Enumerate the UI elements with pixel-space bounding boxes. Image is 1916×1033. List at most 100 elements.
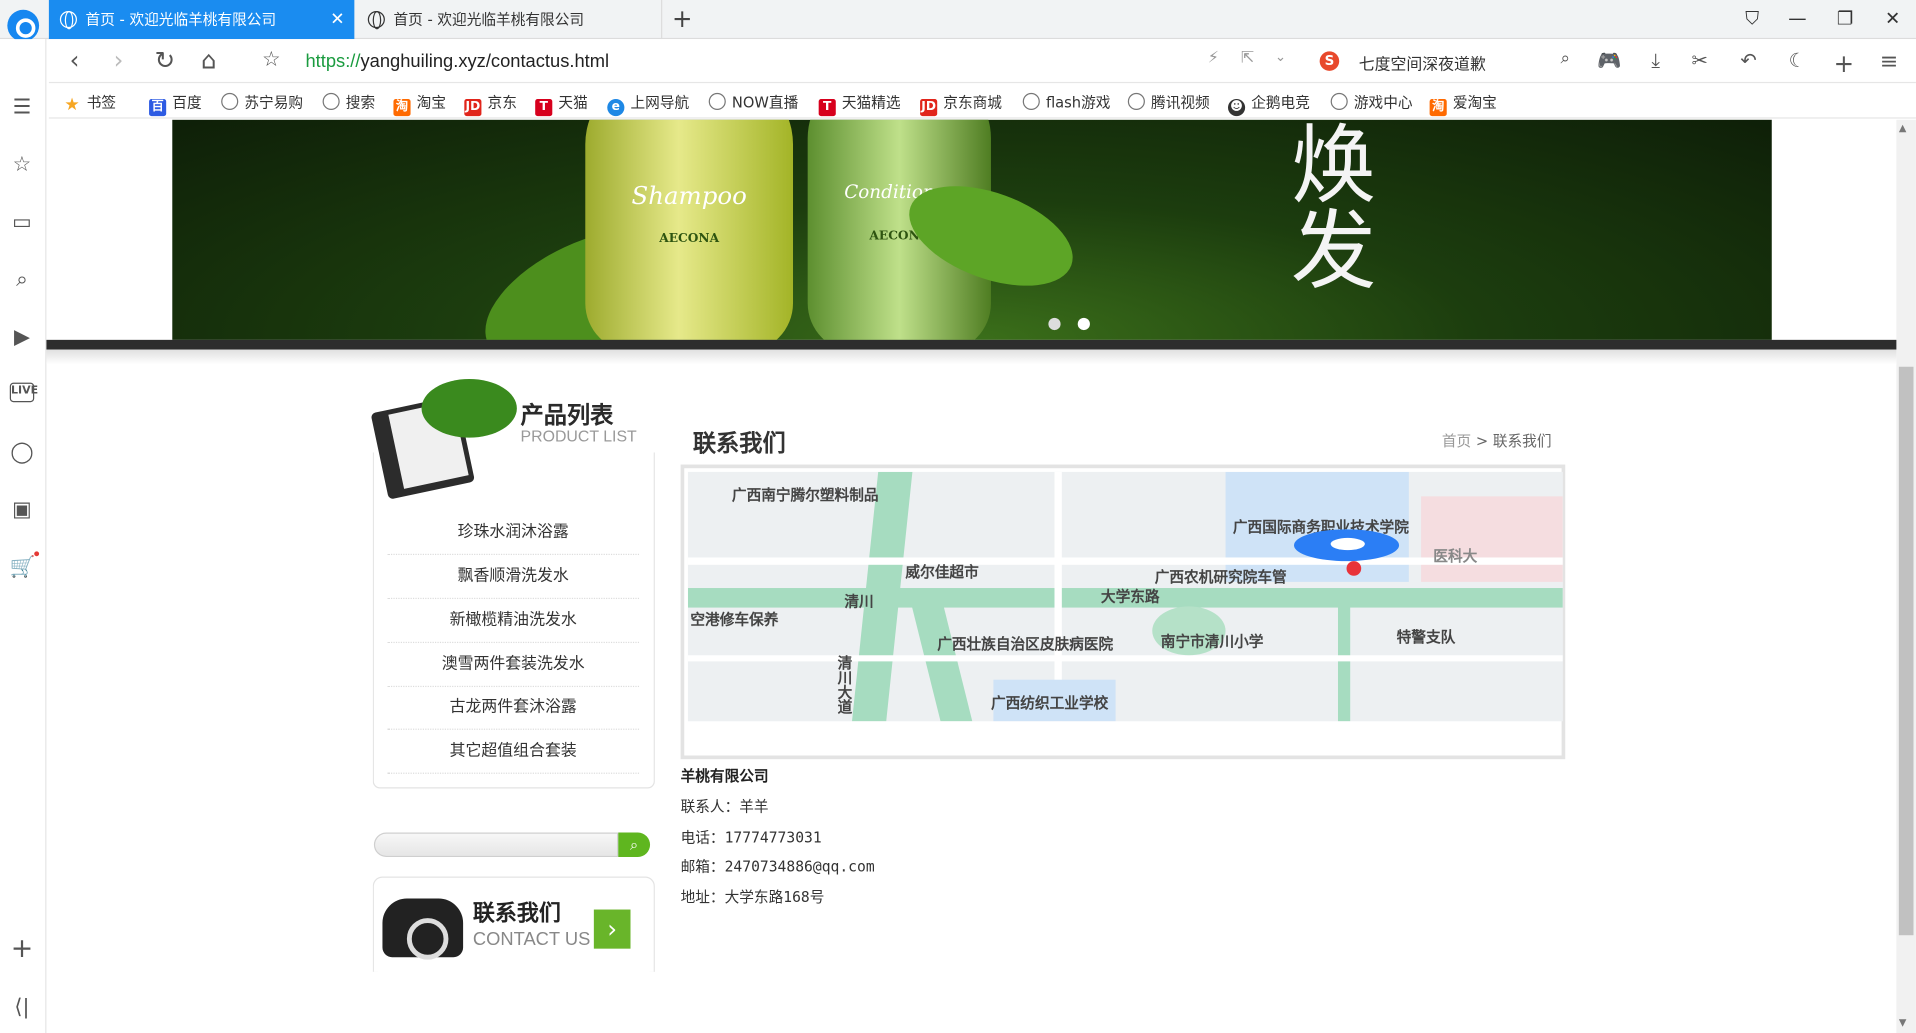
map-label: 清川 xyxy=(844,592,874,611)
bookmark-item[interactable]: T 天猫 xyxy=(535,92,588,117)
nav-bar-strip xyxy=(46,339,1897,350)
cart-icon[interactable]: 🛒 xyxy=(10,555,36,579)
live-icon[interactable]: LIVE xyxy=(9,382,38,403)
map-label: 大学东路 xyxy=(1100,588,1160,606)
map-label: 威尔佳超市 xyxy=(905,563,979,581)
bookmark-item[interactable]: T 天猫精选 xyxy=(818,92,901,117)
tmall-icon: T xyxy=(535,99,553,117)
company-name: 羊桃有限公司 xyxy=(680,767,769,785)
book-icon[interactable]: ▭ xyxy=(10,210,34,234)
map-pin-icon[interactable] xyxy=(1346,561,1362,576)
moon-icon[interactable]: ☾ xyxy=(1784,49,1811,72)
banner-slogan: 焕发 xyxy=(1276,119,1378,291)
star-icon: ★ xyxy=(64,95,80,115)
taobao-icon: 淘 xyxy=(393,99,411,117)
chevron-down-icon[interactable]: ⌄ xyxy=(1267,49,1294,65)
scroll-down-icon[interactable]: ▼ xyxy=(1899,1017,1907,1028)
bookmark-item[interactable]: 苏宁易购 xyxy=(221,92,303,113)
plant-icon xyxy=(421,378,517,438)
bookmark-item[interactable]: ★ 书签 xyxy=(64,92,116,115)
globe-icon xyxy=(1022,92,1040,111)
reload-icon[interactable]: ↻ xyxy=(152,46,179,73)
news-icon[interactable]: ☰ xyxy=(10,95,34,119)
ie-icon: e xyxy=(607,99,625,117)
video-icon[interactable]: ▶ xyxy=(10,325,34,349)
menu-icon[interactable]: ≡ xyxy=(1876,49,1903,75)
map-label: 广西壮族自治区皮肤病医院 xyxy=(937,635,1114,653)
back-icon[interactable]: ‹ xyxy=(61,46,88,73)
bookmark-item[interactable]: 淘爱淘宝 xyxy=(1429,92,1497,117)
page-title: 联系我们 xyxy=(692,430,786,458)
product-link[interactable]: 珍珠水润沐浴露 xyxy=(387,511,640,556)
chat-icon[interactable]: ◯ xyxy=(10,440,34,464)
search-input[interactable]: 七度空间深夜道歉 xyxy=(1359,51,1486,74)
product-link[interactable]: 澳雪两件套装洗发水 xyxy=(387,643,640,688)
location-map[interactable]: 广西南宁腾尔塑料制品 广西国际商务职业技术学院 威尔佳超市 广西农机研究院车管 … xyxy=(687,471,1563,722)
bookmark-item[interactable]: flash游戏 xyxy=(1022,92,1110,113)
forward-icon[interactable]: › xyxy=(105,46,132,73)
search-icon[interactable]: ⌕ xyxy=(10,268,34,292)
close-window-icon[interactable]: ✕ xyxy=(1876,7,1910,29)
close-tab-icon[interactable]: ✕ xyxy=(330,0,344,39)
contact-email: 邮箱：2470734886@qq.com xyxy=(680,858,875,876)
new-tab-icon[interactable]: + xyxy=(672,5,692,32)
jd-icon: JD xyxy=(464,99,482,117)
product-link[interactable]: 其它超值组合套装 xyxy=(387,730,640,774)
collapse-sidebar-icon[interactable]: ⟨| xyxy=(10,995,34,1019)
contact-phone: 电话：17774773031 xyxy=(680,828,822,846)
globe-icon xyxy=(322,92,340,111)
lightning-icon[interactable]: ⚡ xyxy=(1200,49,1227,67)
site-search-input[interactable] xyxy=(373,832,619,857)
restore-icon[interactable]: ❐ xyxy=(1828,7,1862,29)
url-field[interactable]: https://yanghuiling.xyz/contactus.html xyxy=(305,51,609,72)
star-icon[interactable]: ☆ xyxy=(258,46,285,73)
site-search-button[interactable]: ⌕ xyxy=(618,832,651,857)
bookmark-item[interactable]: JD 京东 xyxy=(464,92,517,117)
product-link[interactable]: 飘香顺滑洗发水 xyxy=(387,555,640,600)
bookmark-item[interactable]: 腾讯视频 xyxy=(1127,92,1210,113)
minimize-icon[interactable]: — xyxy=(1780,7,1814,29)
shirt-icon[interactable]: ⛉ xyxy=(1735,7,1769,29)
undo-icon[interactable]: ↶ xyxy=(1735,49,1762,72)
chevron-right-icon[interactable]: › xyxy=(593,909,631,949)
briefcase-icon[interactable]: ▣ xyxy=(10,498,34,522)
add-icon[interactable]: + xyxy=(10,936,34,963)
globe-icon xyxy=(59,11,77,30)
share-icon[interactable]: ⇱ xyxy=(1234,49,1261,67)
bookmark-item[interactable]: ☻ 企鹅电竞 xyxy=(1228,92,1310,117)
contact-person: 联系人：羊羊 xyxy=(680,798,769,816)
breadcrumb-home-link[interactable]: 首页 xyxy=(1442,433,1471,450)
notification-dot xyxy=(34,551,40,557)
product-link[interactable]: 古龙两件套沐浴露 xyxy=(387,686,640,730)
browser-logo-icon[interactable] xyxy=(7,9,40,42)
product-link[interactable]: 新橄榄精油洗发水 xyxy=(387,599,640,644)
scroll-up-icon[interactable]: ▲ xyxy=(1899,122,1907,133)
slider-dot[interactable] xyxy=(1048,317,1061,331)
bookmark-item[interactable]: NOW直播 xyxy=(708,92,798,113)
home-icon[interactable]: ⌂ xyxy=(196,46,223,73)
location-marker-icon[interactable] xyxy=(1293,529,1400,562)
add-icon[interactable]: + xyxy=(1830,49,1857,78)
bookmark-item[interactable]: 淘淘宝 xyxy=(393,92,446,117)
globe-icon xyxy=(708,92,726,111)
slider-dot-active[interactable] xyxy=(1077,317,1090,331)
bookmark-item[interactable]: JD 京东商城 xyxy=(920,92,1002,117)
gamepad-icon[interactable]: 🎮 xyxy=(1596,49,1623,72)
tab-active[interactable]: 首页 - 欢迎光临羊桃有限公司 ✕ xyxy=(48,0,355,40)
bookmark-item[interactable]: 游戏中心 xyxy=(1330,92,1413,113)
search-icon[interactable]: ⌕ xyxy=(1552,49,1579,69)
jd-icon: JD xyxy=(920,99,938,117)
download-icon[interactable]: ⤓ xyxy=(1642,49,1669,73)
shampoo-bottle-image: Shampoo AECONA xyxy=(585,119,794,340)
scissors-icon[interactable]: ✂ xyxy=(1686,49,1713,72)
map-label: 特警支队 xyxy=(1396,628,1456,646)
search-icon: ⌕ xyxy=(630,836,639,854)
bookmark-item[interactable]: 百百度 xyxy=(149,92,202,117)
tab-inactive[interactable]: 首页 - 欢迎光临羊桃有限公司 xyxy=(357,0,663,40)
bookmark-item[interactable]: e 上网导航 xyxy=(607,92,689,117)
scrollbar-thumb[interactable] xyxy=(1898,366,1914,936)
search-engine-icon[interactable]: S xyxy=(1319,51,1340,71)
bookmark-item[interactable]: 搜索 xyxy=(322,92,375,113)
tab-title: 首页 - 欢迎光临羊桃有限公司 xyxy=(85,11,277,29)
favorites-icon[interactable]: ☆ xyxy=(10,153,34,177)
